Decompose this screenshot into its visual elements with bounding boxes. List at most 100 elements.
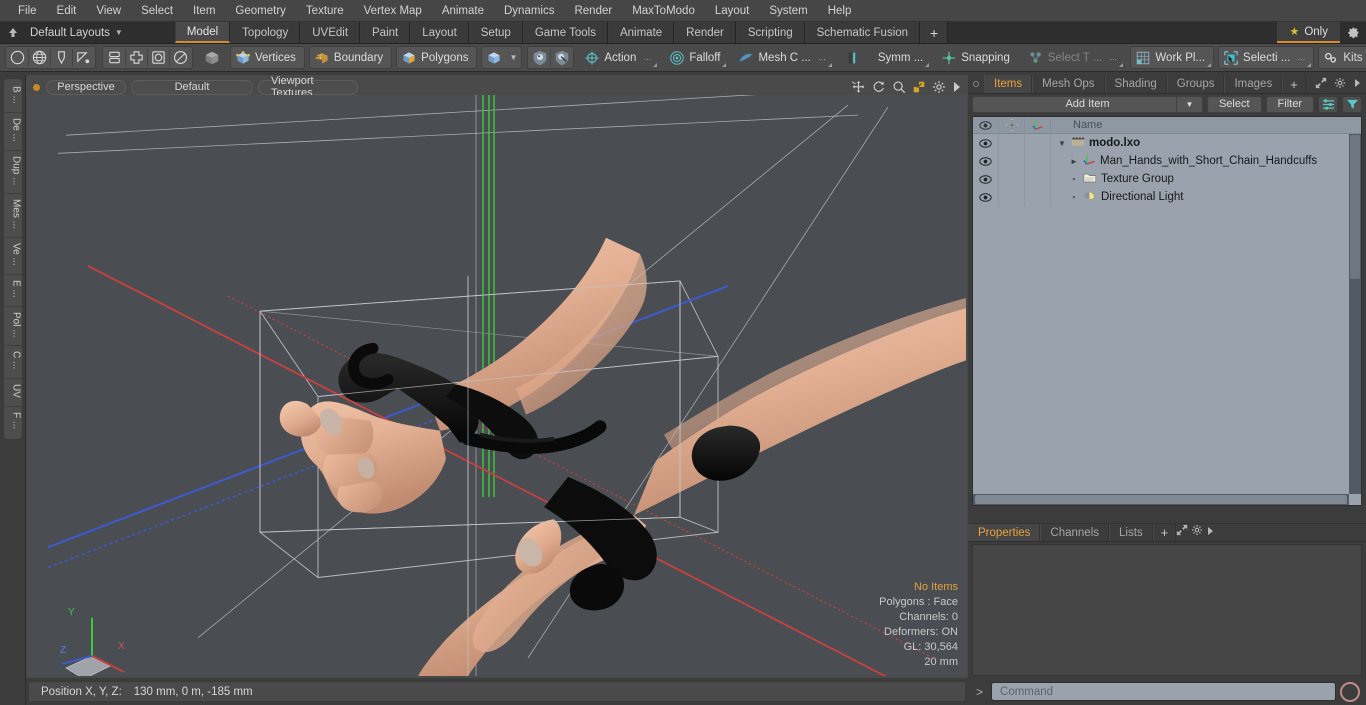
record-icon[interactable] (1340, 681, 1360, 702)
home-arrow-icon[interactable] (0, 22, 26, 43)
funnel-icon[interactable] (1342, 95, 1362, 113)
menu-item-dynamics[interactable]: Dynamics (494, 0, 564, 22)
gear-icon[interactable] (1340, 22, 1366, 43)
viewport-shading-selector[interactable]: Default (131, 79, 253, 95)
mesh-constraint-button[interactable]: Mesh C ... … (733, 46, 835, 69)
tree-item-texture-group[interactable]: ▪ Texture Group (1051, 170, 1361, 188)
tab-animate[interactable]: Animate (607, 22, 675, 43)
menu-item-system[interactable]: System (759, 0, 817, 22)
tab-uvedit[interactable]: UVEdit (300, 22, 361, 43)
menu-item-item[interactable]: Item (183, 0, 225, 22)
falloff-button[interactable]: Falloff (664, 46, 730, 69)
item-tree-vertical-scrollbar[interactable] (1349, 134, 1361, 494)
pen-icon[interactable] (51, 47, 72, 68)
add-item-dropdown-icon[interactable]: ▼ (1175, 95, 1202, 113)
viewport-view-selector[interactable]: Perspective (46, 79, 126, 95)
panel-tab-images[interactable]: Images (1224, 75, 1283, 93)
plus-shape-icon[interactable] (126, 47, 147, 68)
item-tree-horizontal-scrollbar[interactable] (973, 494, 1349, 505)
menu-item-maxtomodo[interactable]: MaxToModo (622, 0, 705, 22)
panel-tab-mesh-ops[interactable]: Mesh Ops (1032, 75, 1105, 93)
panel-tab-properties[interactable]: Properties (968, 524, 1041, 541)
left-tab-edge[interactable]: E ... (3, 275, 22, 307)
left-tab-mesh-edit[interactable]: Mes ... (3, 194, 22, 239)
panel-tab-lists[interactable]: Lists (1109, 524, 1153, 541)
tab-game-tools[interactable]: Game Tools (522, 22, 608, 43)
item-tree[interactable]: Name ▼ modo.lxo ► Man_Hands_with_Short_C… (972, 116, 1362, 506)
list-options-icon[interactable] (1318, 95, 1338, 113)
viewport-menu-dot-icon[interactable] (33, 83, 40, 91)
layout-preset-selector[interactable]: Default Layouts ▼ (26, 22, 131, 43)
circle-icon[interactable] (7, 47, 28, 68)
menu-item-edit[interactable]: Edit (47, 0, 87, 22)
select-through-button[interactable]: Select T ... … (1022, 46, 1127, 69)
tree-item-mesh[interactable]: ► Man_Hands_with_Short_Chain_Handcuffs (1051, 152, 1361, 170)
left-tab-polygon[interactable]: Pol ... (3, 307, 22, 347)
tab-paint[interactable]: Paint (360, 22, 411, 43)
tab-scripting[interactable]: Scripting (735, 22, 805, 43)
menu-item-vertex-map[interactable]: Vertex Map (354, 0, 432, 22)
selection-mode-dropdown[interactable]: ▼ (481, 46, 523, 69)
viewport-3d-canvas[interactable]: Y X Z No Items Polygons : Face Channels:… (28, 95, 966, 676)
left-tab-basic[interactable]: B ... (3, 81, 22, 113)
tab-layout[interactable]: Layout (410, 22, 469, 43)
tab-model[interactable]: Model (174, 22, 231, 43)
snapping-button[interactable]: Snapping (936, 46, 1019, 69)
chevron-down-icon[interactable]: ▼ (1057, 139, 1067, 148)
zoom-icon[interactable] (892, 80, 906, 94)
table-row[interactable]: ► Man_Hands_with_Short_Chain_Handcuffs (973, 152, 1361, 170)
table-row[interactable]: ▪ Texture Group (973, 170, 1361, 188)
panel-tab-groups[interactable]: Groups (1166, 75, 1225, 93)
pan-icon[interactable] (851, 80, 866, 95)
panel-gear-icon[interactable] (1334, 77, 1346, 92)
selection-mode-vertices[interactable]: Vertices (230, 46, 305, 69)
menu-item-geometry[interactable]: Geometry (225, 0, 296, 22)
filter-button[interactable]: Filter (1265, 95, 1314, 113)
row-visibility-toggle[interactable] (973, 152, 999, 170)
menu-item-layout[interactable]: Layout (705, 0, 760, 22)
left-tab-duplicate[interactable]: Dup ... (3, 151, 22, 195)
add-item-button[interactable]: Add Item ▼ (972, 95, 1203, 113)
table-row[interactable]: ▪ Directional Light (973, 188, 1361, 206)
grey-cube-icon[interactable] (200, 47, 224, 68)
tab-setup[interactable]: Setup (468, 22, 523, 43)
square-circle-icon[interactable] (148, 47, 169, 68)
tree-item-scene[interactable]: ▼ modo.lxo (1051, 134, 1361, 152)
rotate-icon[interactable] (872, 80, 886, 94)
expand-arrows-icon[interactable] (1315, 77, 1327, 92)
table-row[interactable]: ▼ modo.lxo (973, 134, 1361, 152)
add-tab-button[interactable]: + (920, 22, 949, 43)
chevron-right-icon[interactable]: ► (1069, 157, 1079, 166)
menu-item-file[interactable]: File (8, 0, 47, 22)
select-button[interactable]: Select (1206, 95, 1262, 113)
menu-item-view[interactable]: View (86, 0, 131, 22)
menu-item-texture[interactable]: Texture (296, 0, 354, 22)
properties-panel-body[interactable] (972, 544, 1362, 676)
selection-set-button[interactable]: Selecti ... … (1218, 46, 1315, 69)
menu-item-render[interactable]: Render (564, 0, 622, 22)
kits-button[interactable]: Kits (1318, 46, 1366, 69)
tab-topology[interactable]: Topology (230, 22, 301, 43)
action-center-button[interactable]: Action … (579, 46, 661, 69)
selection-mode-polygons[interactable]: Polygons (396, 46, 478, 69)
selection-mode-boundary[interactable]: Boundary (308, 46, 393, 69)
viewport-arrow-icon[interactable] (952, 81, 962, 93)
properties-add-tab-button[interactable]: + (1152, 524, 1177, 541)
left-tab-curve[interactable]: C ... (3, 346, 22, 379)
shield-sphere-icon[interactable] (529, 47, 550, 68)
panel-gear-icon[interactable] (1191, 524, 1206, 539)
fit-icon[interactable] (912, 80, 926, 94)
panel-tab-shading[interactable]: Shading (1104, 75, 1167, 93)
shield-arrow-icon[interactable] (551, 47, 572, 68)
row-visibility-toggle[interactable] (973, 188, 999, 206)
tab-schematic-fusion[interactable]: Schematic Fusion (804, 22, 921, 43)
row-visibility-toggle[interactable] (973, 134, 999, 152)
left-tab-vertex[interactable]: Ve ... (3, 238, 22, 275)
expand-arrows-icon[interactable] (1176, 524, 1191, 539)
panel-more-icon[interactable] (1206, 527, 1214, 539)
panel-add-tab-button[interactable]: + (1282, 75, 1306, 93)
row-visibility-toggle[interactable] (973, 170, 999, 188)
command-input[interactable]: Command (991, 682, 1336, 701)
panel-menu-dot-icon[interactable] (968, 75, 984, 93)
workplane-button[interactable]: Work Pl... (1130, 46, 1215, 69)
